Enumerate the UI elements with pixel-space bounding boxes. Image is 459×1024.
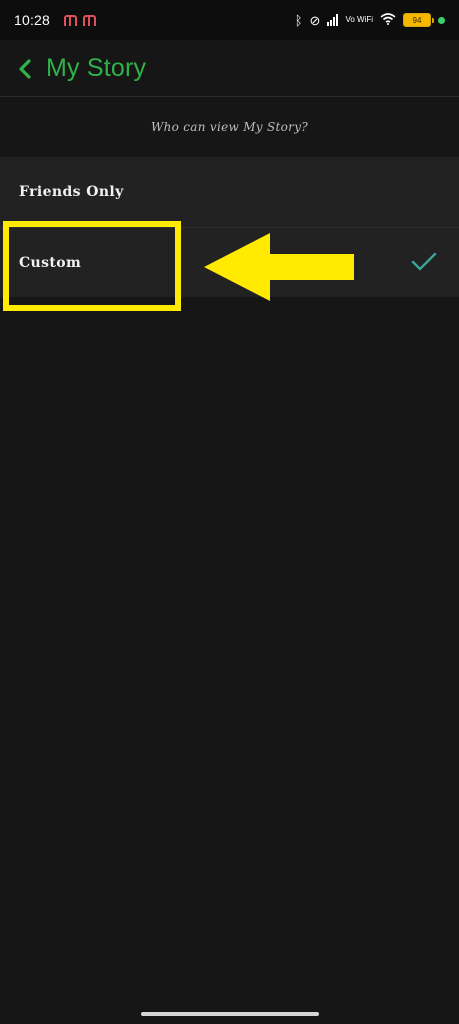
battery-icon: 94 [403, 13, 434, 27]
arrow-left-icon [204, 233, 354, 301]
home-indicator[interactable] [141, 1012, 319, 1016]
battery-level: 94 [412, 15, 422, 25]
page-title: My Story [46, 54, 147, 82]
signal-icon [327, 14, 339, 26]
section-label: Who can view My Story? [150, 120, 309, 134]
check-icon [411, 252, 437, 271]
annotation-highlight-box [3, 221, 181, 311]
header: My Story [0, 40, 459, 97]
bluetooth-icon: ᛒ [294, 12, 303, 28]
chevron-left-icon [19, 58, 31, 79]
vowifi-label: Vo WiFi [345, 15, 373, 24]
status-time: 10:28 [14, 12, 51, 28]
wifi-icon [380, 12, 396, 28]
option-label: Friends Only [19, 184, 124, 200]
status-icons: ᛒ ⊘ Vo WiFi 94 [294, 12, 445, 28]
back-button[interactable]: My Story [14, 54, 146, 83]
notification-m-icon [64, 14, 78, 26]
mute-icon: ⊘ [309, 12, 321, 28]
option-friends-only[interactable]: Friends Only [0, 157, 459, 227]
status-bar: 10:28 ᛒ ⊘ Vo WiFi 94 [0, 0, 459, 40]
notification-m-icon-2 [83, 14, 97, 26]
status-dot-icon [438, 16, 445, 24]
